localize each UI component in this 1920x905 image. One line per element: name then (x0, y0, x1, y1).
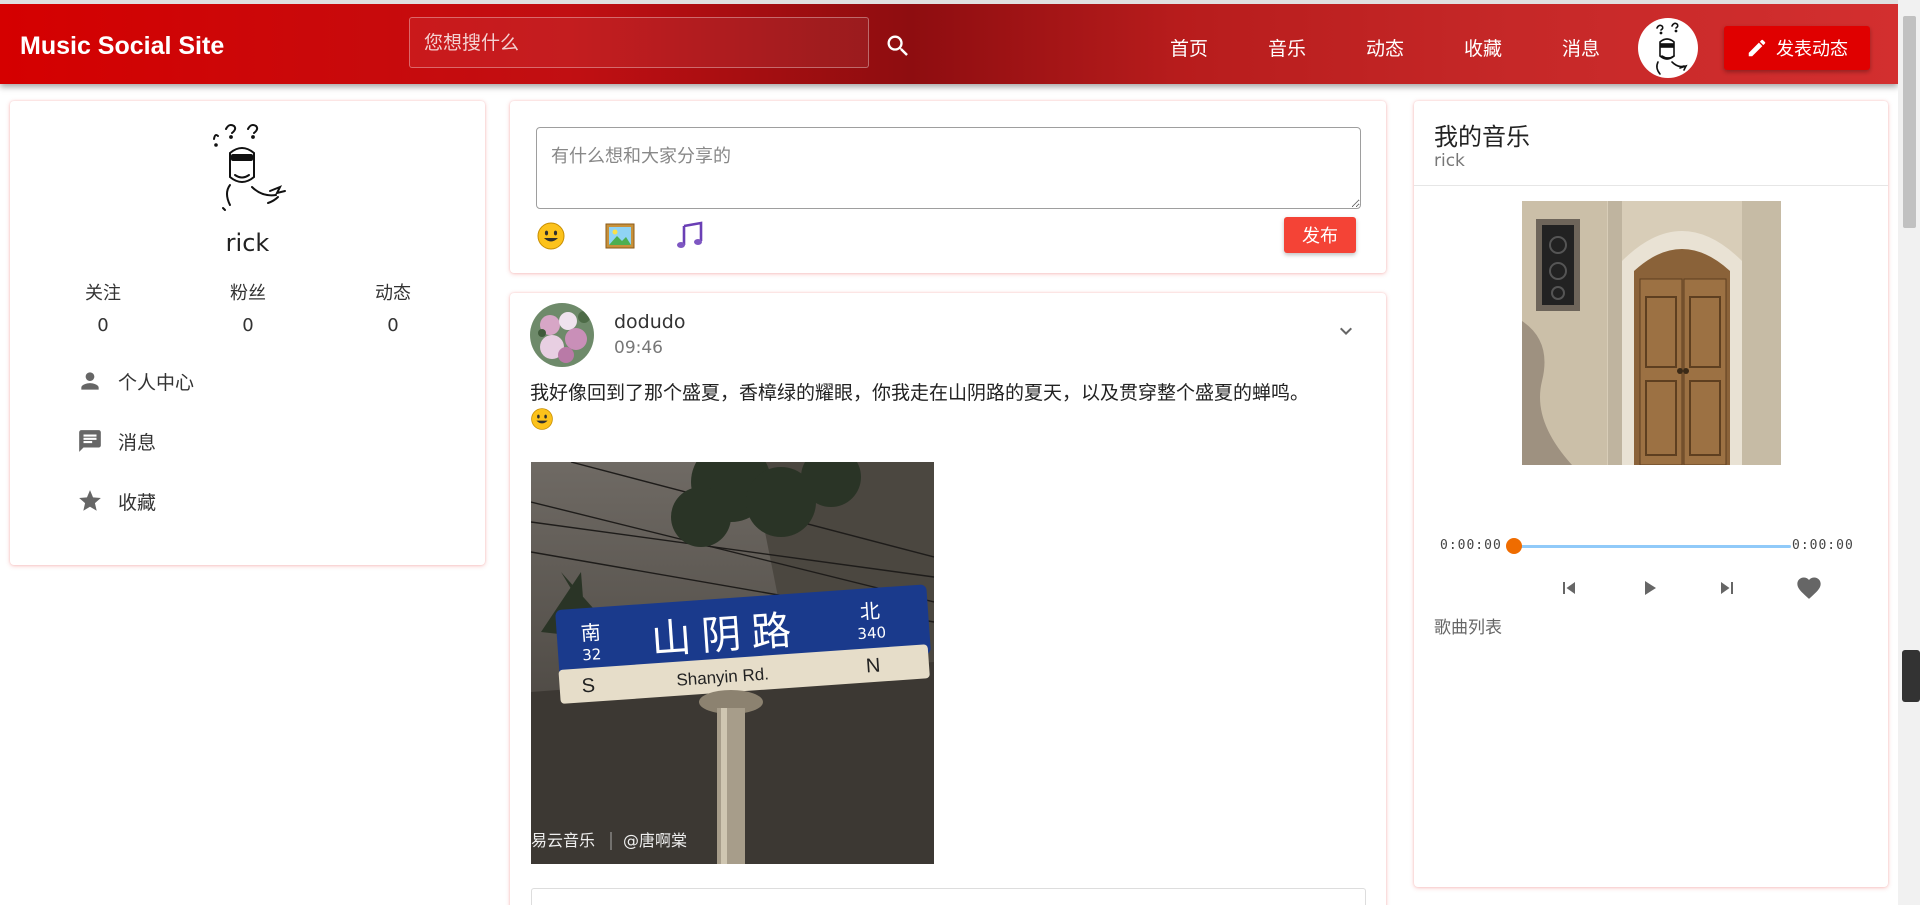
heart-icon[interactable] (1794, 573, 1824, 603)
music-note-icon[interactable] (673, 219, 707, 253)
stat-followers[interactable]: 粉丝 0 (203, 279, 293, 336)
stat-label: 动态 (375, 283, 411, 304)
time-elapsed: 0:00:00 (1440, 538, 1502, 553)
chevron-down-icon[interactable] (1334, 319, 1358, 343)
profile-card: rick 关注 0 粉丝 0 动态 0 个人中心 消息 收藏 (10, 101, 485, 565)
stat-posts[interactable]: 动态 0 (348, 279, 438, 336)
publish-post-button[interactable]: 发表动态 (1724, 26, 1870, 70)
time-total: 0:00:00 (1792, 538, 1854, 553)
post-attachment[interactable] (531, 888, 1366, 905)
profile-name: rick (225, 229, 270, 257)
post-username[interactable]: dodudo (614, 311, 685, 333)
image-watermark: 易云音乐 (531, 831, 595, 850)
divider (1414, 185, 1888, 186)
nav-feed[interactable]: 动态 (1336, 34, 1434, 61)
sign-south-num: 32 (582, 645, 602, 664)
nav-messages[interactable]: 消息 (1532, 34, 1630, 61)
scrollbar-thumb[interactable] (1903, 16, 1916, 228)
menu-item-label: 个人中心 (118, 371, 195, 394)
sign-north: 北 (859, 599, 881, 624)
message-icon (72, 423, 108, 459)
menu-item-favorites[interactable]: 收藏 (72, 483, 156, 519)
menu-item-profile[interactable]: 个人中心 (72, 363, 194, 399)
brand-title[interactable]: Music Social Site (20, 32, 224, 61)
publish-post-label: 发表动态 (1776, 39, 1848, 60)
pencil-icon (1748, 39, 1766, 57)
search-box[interactable] (409, 17, 869, 68)
stat-following[interactable]: 关注 0 (58, 279, 148, 336)
post-avatar[interactable] (530, 303, 594, 367)
post-composer: 发布 (510, 101, 1386, 273)
stat-value: 0 (97, 315, 109, 336)
search-icon[interactable] (884, 32, 912, 60)
skip-next-icon[interactable] (1712, 573, 1742, 603)
composer-textarea[interactable] (536, 127, 1361, 209)
sign-n: N (865, 655, 881, 678)
nav-favorites[interactable]: 收藏 (1434, 34, 1532, 61)
menu-item-label: 收藏 (118, 491, 157, 514)
skip-previous-icon[interactable] (1554, 573, 1584, 603)
progress-track[interactable] (1514, 545, 1791, 548)
image-watermark-user: @唐啊棠 (623, 831, 687, 850)
music-owner: rick (1434, 151, 1465, 171)
sign-s: S (581, 675, 596, 698)
avatar[interactable] (1638, 18, 1698, 78)
profile-avatar[interactable] (208, 123, 298, 218)
nav-home[interactable]: 首页 (1140, 34, 1238, 61)
play-icon[interactable] (1634, 573, 1664, 603)
menu-item-messages[interactable]: 消息 (72, 423, 156, 459)
post-image[interactable]: 南 32 山阴路 北 340 S Shanyin Rd. N 易云音乐 @唐啊棠 (531, 462, 934, 864)
sign-south: 南 (580, 620, 602, 645)
menu-item-label: 消息 (118, 431, 157, 454)
stat-label: 关注 (85, 283, 121, 304)
star-icon (72, 483, 108, 519)
post-body: 我好像回到了那个盛夏，香樟绿的耀眼，你我走在山阴路的夏天，以及贯穿整个盛夏的蝉鸣… (530, 382, 1310, 404)
progress-thumb[interactable] (1506, 538, 1522, 554)
stat-value: 0 (387, 315, 399, 336)
sign-north-num: 340 (857, 623, 887, 643)
profile-stats: 关注 0 粉丝 0 动态 0 (58, 279, 438, 336)
stat-value: 0 (242, 315, 254, 336)
search-input[interactable] (410, 18, 868, 67)
post-timestamp: 09:46 (614, 338, 663, 358)
post-text: 我好像回到了那个盛夏，香樟绿的耀眼，你我走在山阴路的夏天，以及贯穿整个盛夏的蝉鸣… (530, 379, 1370, 439)
emoji-icon[interactable] (534, 219, 568, 253)
playlist-label[interactable]: 歌曲列表 (1434, 613, 1502, 638)
stat-label: 粉丝 (230, 283, 266, 304)
top-app-bar: Music Social Site 首页 音乐 动态 收藏 消息 发表动态 (0, 0, 1898, 84)
music-panel: 我的音乐 rick 0:00:00 0:00:00 歌曲列表 (1414, 101, 1888, 887)
emoji-icon (530, 407, 554, 439)
album-cover (1522, 201, 1781, 465)
nav-music[interactable]: 音乐 (1238, 34, 1336, 61)
person-icon (72, 363, 108, 399)
main-nav: 首页 音乐 动态 收藏 消息 (1140, 34, 1630, 61)
image-icon[interactable] (603, 219, 637, 253)
feed-post: dodudo 09:46 我好像回到了那个盛夏，香樟绿的耀眼，你我走在山阴路的夏… (510, 293, 1386, 905)
publish-button[interactable]: 发布 (1284, 217, 1356, 253)
side-widget[interactable] (1902, 650, 1920, 702)
music-title: 我的音乐 (1434, 123, 1530, 151)
